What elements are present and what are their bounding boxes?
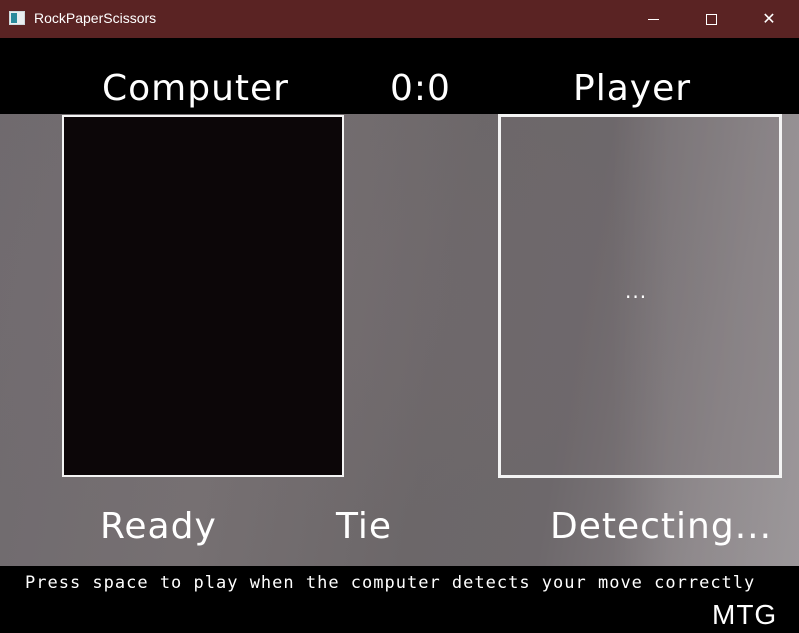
instruction-text: Press space to play when the computer de… [25, 573, 756, 593]
computer-move-panel [62, 115, 344, 477]
round-result: Tie [336, 506, 393, 547]
score-display: 0:0 [390, 68, 451, 109]
player-detection-box: ... [498, 114, 782, 478]
player-detection-indicator: ... [625, 279, 648, 303]
close-button[interactable]: ✕ [740, 0, 798, 38]
app-window-icon [9, 11, 25, 25]
close-icon: ✕ [762, 9, 776, 28]
maximize-button[interactable] [682, 0, 740, 38]
watermark-label: MTG [712, 599, 778, 630]
window-title: RockPaperScissors [34, 10, 157, 26]
player-label: Player [573, 68, 692, 109]
game-canvas[interactable]: Computer 0:0 Player ... Ready Tie Detect… [0, 38, 799, 633]
minimize-button[interactable] [624, 0, 682, 38]
computer-status: Ready [100, 506, 217, 547]
window-titlebar[interactable]: RockPaperScissors ✕ [0, 0, 799, 38]
minimize-icon [647, 18, 659, 20]
player-status: Detecting... [550, 506, 773, 547]
computer-label: Computer [102, 68, 289, 109]
maximize-icon [705, 13, 717, 25]
